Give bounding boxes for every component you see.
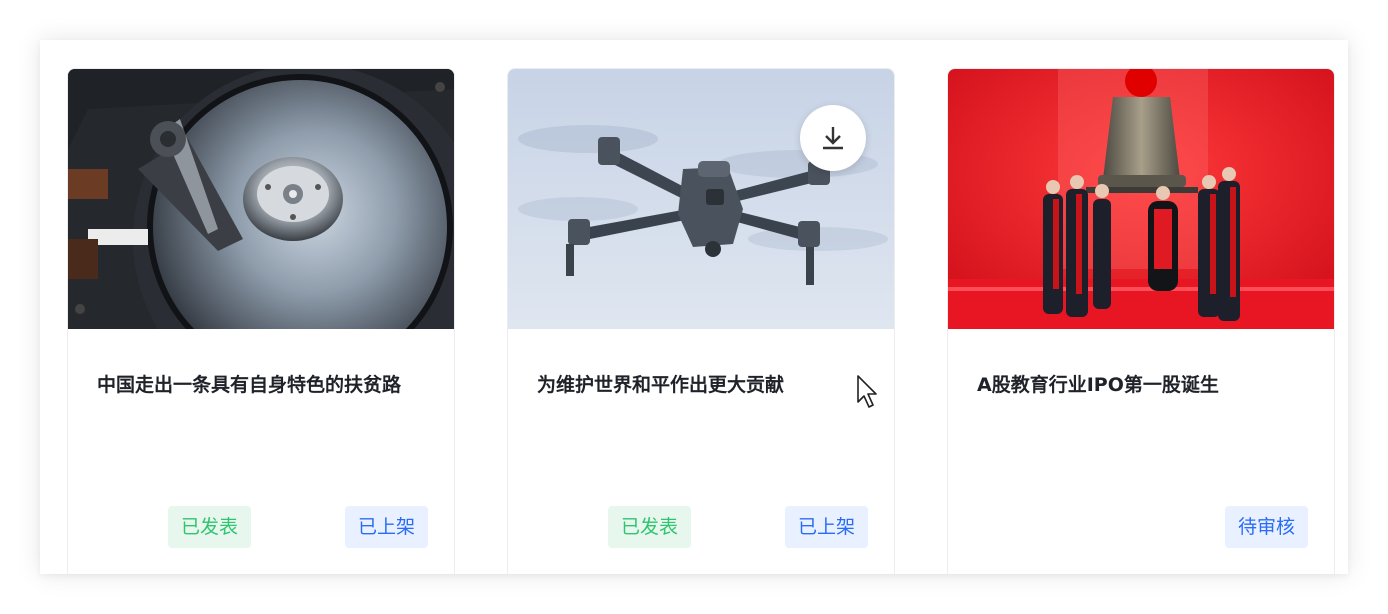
article-title[interactable]: 中国走出一条具有自身特色的扶贫路 (97, 369, 433, 401)
article-cover-image[interactable] (948, 69, 1334, 329)
article-card[interactable]: A股教育行业IPO第一股诞生 待审核 (947, 68, 1335, 574)
listing-status-badge: 已上架 (784, 506, 868, 548)
article-cover-image[interactable] (508, 69, 894, 329)
article-title[interactable]: A股教育行业IPO第一股诞生 (977, 369, 1313, 401)
card-grid-panel: 中国走出一条具有自身特色的扶贫路 已发表 已上架 为维护世界和平作出更大贡献 已… (40, 40, 1348, 574)
mouse-pointer-icon (857, 375, 877, 408)
article-card[interactable]: 中国走出一条具有自身特色的扶贫路 已发表 已上架 (67, 68, 455, 574)
article-cover-image[interactable] (68, 69, 454, 329)
article-title[interactable]: 为维护世界和平作出更大贡献 (537, 369, 873, 401)
download-button[interactable] (800, 105, 866, 171)
listing-status-badge: 已上架 (344, 506, 428, 548)
published-status-badge: 已发表 (608, 506, 692, 548)
review-status-badge: 待审核 (1224, 506, 1308, 548)
article-card[interactable]: 为维护世界和平作出更大贡献 已发表 已上架 (507, 68, 895, 574)
download-icon (823, 127, 843, 150)
published-status-badge: 已发表 (168, 506, 252, 548)
